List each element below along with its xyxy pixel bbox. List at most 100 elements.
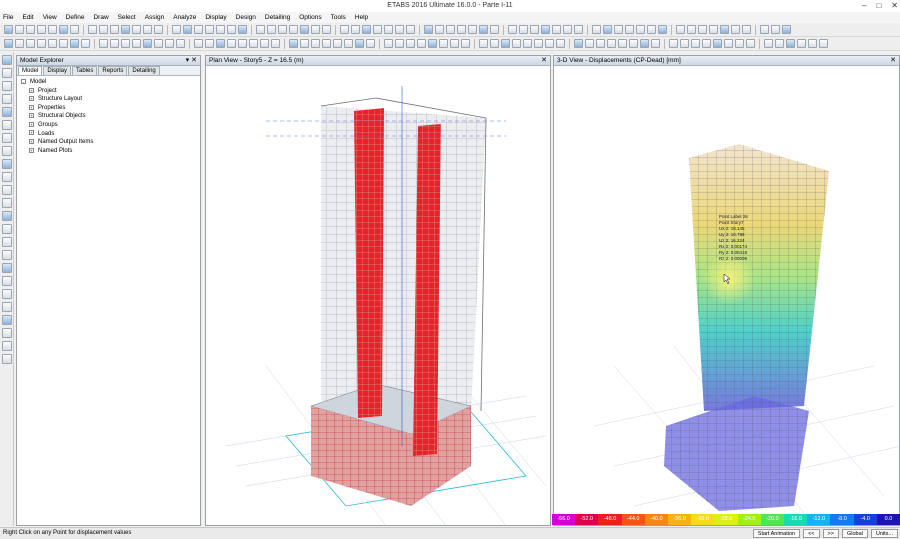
- toolbar-button[interactable]: [15, 39, 24, 48]
- toolbar-button[interactable]: [530, 25, 539, 34]
- toolbar-button[interactable]: [154, 39, 163, 48]
- toolbar-button[interactable]: [384, 39, 393, 48]
- menu-define[interactable]: Define: [66, 14, 85, 21]
- draw-tool-button[interactable]: [1, 250, 12, 260]
- tree-item-project[interactable]: + Project: [21, 87, 200, 96]
- toolbar-button[interactable]: [110, 39, 119, 48]
- toolbar-button[interactable]: [238, 25, 247, 34]
- draw-tool-button[interactable]: [1, 211, 12, 221]
- toolbar-button[interactable]: [355, 39, 364, 48]
- toolbar-button[interactable]: [26, 25, 35, 34]
- toolbar-button[interactable]: [702, 39, 711, 48]
- toolbar-button[interactable]: [59, 39, 68, 48]
- toolbar-button[interactable]: [4, 25, 13, 34]
- draw-tool-button[interactable]: [1, 263, 12, 273]
- draw-tool-button[interactable]: [1, 354, 12, 364]
- toolbar-button[interactable]: [216, 25, 225, 34]
- toolbar-button[interactable]: [48, 39, 57, 48]
- toolbar-button[interactable]: [724, 39, 733, 48]
- toolbar-button[interactable]: [640, 39, 649, 48]
- toolbar-button[interactable]: [289, 39, 298, 48]
- tree-item-named-output-items[interactable]: + Named Output Items: [21, 138, 200, 147]
- menu-detailing[interactable]: Detailing: [265, 14, 290, 21]
- toolbar-button[interactable]: [479, 39, 488, 48]
- menu-analyze[interactable]: Analyze: [173, 14, 196, 21]
- toolbar-button[interactable]: [15, 25, 24, 34]
- draw-tool-button[interactable]: [1, 224, 12, 234]
- tab-display[interactable]: Display: [43, 66, 72, 75]
- draw-tool-button[interactable]: [1, 289, 12, 299]
- toolbar-button[interactable]: [238, 39, 247, 48]
- toolbar-button[interactable]: [808, 39, 817, 48]
- toolbar-button[interactable]: [194, 25, 203, 34]
- tree-item-loads[interactable]: + Loads: [21, 130, 200, 139]
- toolbar-button[interactable]: [300, 25, 309, 34]
- draw-tool-button[interactable]: [1, 341, 12, 351]
- toolbar-button[interactable]: [450, 39, 459, 48]
- toolbar-button[interactable]: [121, 25, 130, 34]
- toolbar-button[interactable]: [771, 25, 780, 34]
- toolbar-button[interactable]: [585, 39, 594, 48]
- toolbar-button[interactable]: [26, 39, 35, 48]
- toolbar-button[interactable]: [205, 39, 214, 48]
- toolbar-button[interactable]: [227, 39, 236, 48]
- expand-icon[interactable]: +: [29, 147, 34, 153]
- units-button[interactable]: Units...: [870, 529, 898, 538]
- toolbar-button[interactable]: [797, 39, 806, 48]
- toolbar-button[interactable]: [406, 39, 415, 48]
- toolbar-button[interactable]: [132, 25, 141, 34]
- draw-tool-button[interactable]: [1, 276, 12, 286]
- toolbar-button[interactable]: [746, 39, 755, 48]
- toolbar-button[interactable]: [574, 39, 583, 48]
- toolbar-button[interactable]: [278, 25, 287, 34]
- toolbar-button[interactable]: [37, 25, 46, 34]
- panel-close-icon[interactable]: ▾ ✕: [186, 56, 197, 66]
- menu-display[interactable]: Display: [205, 14, 226, 21]
- draw-tool-button[interactable]: [1, 81, 12, 91]
- toolbar-button[interactable]: [132, 39, 141, 48]
- toolbar-button[interactable]: [742, 25, 751, 34]
- collapse-icon[interactable]: -: [21, 78, 26, 84]
- toolbar-button[interactable]: [143, 39, 152, 48]
- toolbar-button[interactable]: [4, 39, 13, 48]
- toolbar-button[interactable]: [556, 39, 565, 48]
- toolbar-button[interactable]: [490, 25, 499, 34]
- toolbar-button[interactable]: [457, 25, 466, 34]
- toolbar-button[interactable]: [384, 25, 393, 34]
- toolbar-button[interactable]: [735, 39, 744, 48]
- toolbar-button[interactable]: [143, 25, 152, 34]
- toolbar-button[interactable]: [300, 39, 309, 48]
- maximize-icon[interactable]: □: [876, 0, 881, 12]
- toolbar-button[interactable]: [713, 39, 722, 48]
- tab-detailing[interactable]: Detailing: [128, 66, 160, 75]
- toolbar-button[interactable]: [574, 25, 583, 34]
- toolbar-button[interactable]: [267, 25, 276, 34]
- toolbar-button[interactable]: [446, 25, 455, 34]
- plan-view-canvas[interactable]: [206, 66, 551, 526]
- toolbar-button[interactable]: [362, 25, 371, 34]
- toolbar-button[interactable]: [636, 25, 645, 34]
- toolbar-button[interactable]: [37, 39, 46, 48]
- toolbar-button[interactable]: [647, 25, 656, 34]
- toolbar-button[interactable]: [176, 39, 185, 48]
- draw-tool-button[interactable]: [1, 68, 12, 78]
- toolbar-button[interactable]: [563, 25, 572, 34]
- toolbar-button[interactable]: [81, 39, 90, 48]
- tree-root[interactable]: - Model: [21, 78, 200, 87]
- toolbar-button[interactable]: [289, 25, 298, 34]
- toolbar-button[interactable]: [311, 25, 320, 34]
- expand-icon[interactable]: +: [29, 139, 34, 145]
- toolbar-button[interactable]: [691, 39, 700, 48]
- toolbar-button[interactable]: [709, 25, 718, 34]
- toolbar-button[interactable]: [395, 25, 404, 34]
- tab-tables[interactable]: Tables: [72, 66, 98, 75]
- toolbar-button[interactable]: [227, 25, 236, 34]
- toolbar-button[interactable]: [669, 39, 678, 48]
- draw-tool-button[interactable]: [1, 237, 12, 247]
- toolbar-button[interactable]: [603, 25, 612, 34]
- tree-item-structural-objects[interactable]: + Structural Objects: [21, 112, 200, 121]
- toolbar-button[interactable]: [99, 39, 108, 48]
- toolbar-button[interactable]: [435, 25, 444, 34]
- toolbar-button[interactable]: [48, 25, 57, 34]
- draw-tool-button[interactable]: [1, 198, 12, 208]
